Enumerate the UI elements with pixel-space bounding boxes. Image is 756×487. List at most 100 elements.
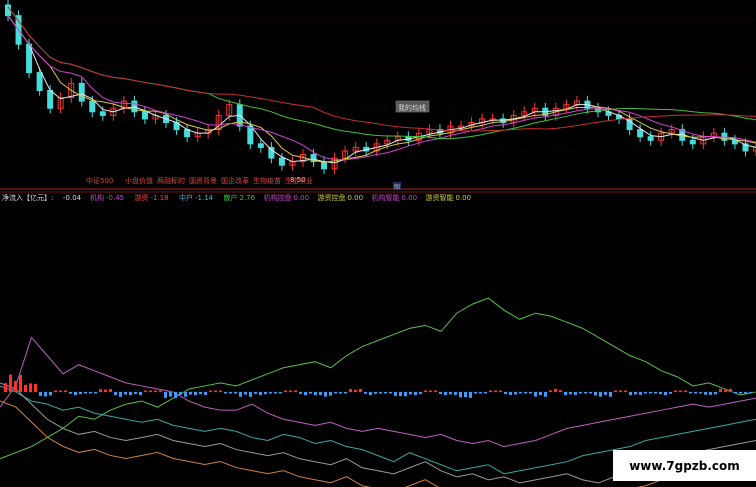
- net-inflow-bar: [224, 392, 227, 394]
- net-inflow-bar: [114, 392, 117, 396]
- tooltip-label: 我的均线: [398, 103, 426, 112]
- net-inflow-bar: [604, 392, 607, 395]
- net-inflow-bar: [239, 392, 242, 397]
- candle-body: [268, 146, 275, 159]
- net-inflow-bar: [324, 392, 327, 397]
- net-inflow-bar: [29, 383, 32, 392]
- candle-body: [247, 125, 254, 145]
- legend-name: 游资控盘: [318, 193, 346, 202]
- legend-value: -0.45: [106, 194, 124, 202]
- net-inflow-bar: [129, 392, 132, 396]
- net-inflow-bar: [589, 392, 592, 394]
- net-inflow-bar: [534, 392, 537, 397]
- net-inflow-bar: [539, 392, 542, 396]
- candle-body: [89, 100, 96, 113]
- net-inflow-bar: [494, 390, 497, 392]
- legend-value: 0.00: [402, 194, 418, 202]
- sector-tag: 小盘价值: [125, 176, 153, 185]
- net-inflow-bar: [284, 390, 287, 392]
- net-inflow-bar: [474, 392, 477, 394]
- legend-name: 游资智能: [426, 193, 454, 202]
- net-inflow-bar: [199, 392, 202, 395]
- net-inflow-bar: [79, 392, 82, 395]
- net-inflow-bar: [274, 392, 277, 394]
- net-inflow-bar: [14, 380, 17, 392]
- net-inflow-bar: [514, 392, 517, 395]
- net-inflow-bar: [734, 392, 737, 394]
- net-inflow-bar: [694, 392, 697, 394]
- net-inflow-bar: [664, 392, 667, 396]
- net-inflow-bar: [394, 392, 397, 396]
- net-inflow-bar: [409, 392, 412, 395]
- legend-name: 散户: [224, 193, 238, 202]
- net-inflow-bar: [19, 375, 22, 392]
- net-inflow-bar: [414, 392, 417, 396]
- ma-line-3: [7, 15, 756, 164]
- net-inflow-bar: [69, 392, 72, 394]
- candle-body: [141, 111, 148, 120]
- net-inflow-bar: [39, 392, 42, 396]
- legend-value: 0.00: [294, 194, 310, 202]
- net-inflow-bar: [469, 392, 472, 398]
- net-inflow-bar: [504, 392, 507, 395]
- net-inflow-bar: [389, 392, 392, 394]
- net-inflow-bar: [34, 383, 37, 392]
- net-inflow-bar: [99, 389, 102, 392]
- net-inflow-bar: [499, 390, 502, 392]
- net-inflow-bar: [154, 390, 157, 392]
- net-inflow-bar: [49, 392, 52, 396]
- net-inflow-bar: [584, 392, 587, 394]
- net-inflow-bar: [524, 392, 527, 394]
- net-inflow-bar: [349, 389, 352, 392]
- net-inflow-bar: [714, 392, 717, 395]
- net-inflow-bar: [229, 392, 232, 394]
- net-inflow-bar: [294, 390, 297, 392]
- net-inflow-bar: [544, 392, 547, 397]
- net-inflow-bar: [334, 392, 337, 394]
- net-inflow-bar: [344, 392, 347, 394]
- chart-svg: 8.50我的均线图中证500 小盘价值 两融标的 国资背景 国企改革 生物疫苗 生态农业净流…: [0, 0, 756, 487]
- net-inflow-bar: [559, 390, 562, 392]
- net-inflow-bar: [454, 392, 457, 395]
- net-inflow-bar: [509, 392, 512, 396]
- net-inflow-bar: [634, 392, 637, 395]
- net-inflow-bar: [4, 383, 7, 392]
- net-inflow-bar: [609, 392, 612, 397]
- net-inflow-bar: [464, 392, 467, 398]
- candle-body: [5, 4, 11, 17]
- net-inflow-bar: [54, 390, 57, 392]
- net-inflow-bar: [444, 392, 447, 396]
- net-inflow-bar: [459, 392, 462, 398]
- net-inflow-bar: [179, 392, 182, 395]
- candle-body: [47, 89, 54, 109]
- net-inflow-bar: [659, 392, 662, 395]
- net-inflow-bar: [629, 392, 632, 396]
- net-inflow-bar: [674, 390, 677, 392]
- net-inflow-bar: [249, 392, 252, 397]
- net-inflow-bar: [719, 388, 722, 392]
- net-inflow-bar: [554, 388, 557, 392]
- indicator-value: -0.04: [63, 194, 82, 202]
- net-inflow-bar: [404, 392, 407, 397]
- indicator-title: 净流入【亿元】:: [2, 193, 53, 202]
- sector-tag: 两融标的: [157, 176, 185, 185]
- ma-line-5: [7, 15, 756, 163]
- sector-tag: 国企改革: [221, 176, 249, 185]
- ma-line-8: [7, 15, 756, 161]
- net-inflow-bar: [654, 392, 657, 394]
- net-inflow-bar: [189, 392, 192, 395]
- net-inflow-bar: [184, 392, 187, 397]
- legend-name: 中户: [179, 193, 193, 202]
- legend-value: -1.14: [195, 194, 214, 202]
- net-inflow-bar: [484, 392, 487, 394]
- candle-body: [637, 129, 644, 138]
- net-inflow-bar: [369, 392, 372, 396]
- watermark: www.7gpzb.com: [613, 450, 756, 481]
- net-inflow-bar: [359, 388, 362, 392]
- net-inflow-bar: [479, 392, 482, 394]
- net-inflow-bar: [569, 392, 572, 395]
- net-inflow-bar: [529, 392, 532, 394]
- net-inflow-bar: [214, 390, 217, 392]
- net-inflow-bar: [64, 390, 67, 392]
- net-inflow-bar: [89, 392, 92, 394]
